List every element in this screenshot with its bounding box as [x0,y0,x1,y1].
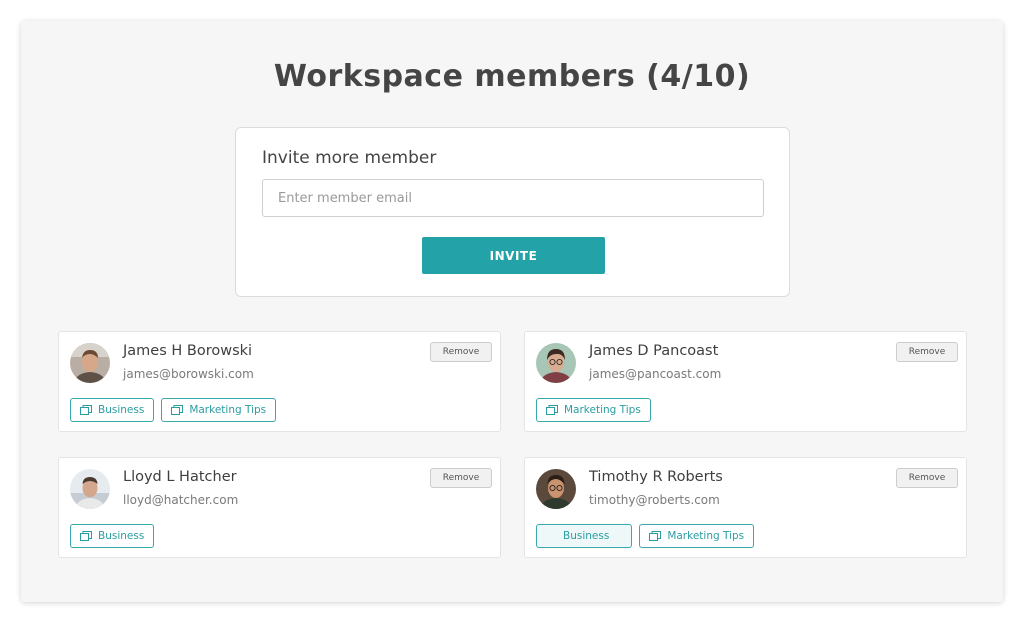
member-tags: Marketing Tips [536,398,651,422]
tag-business[interactable]: Business [70,398,155,422]
invite-button[interactable]: INVITE [422,237,605,274]
folder-icon [649,531,662,541]
tag-business[interactable]: Business [536,524,633,548]
avatar [536,469,576,509]
invite-card: Invite more member INVITE [235,127,790,297]
member-email: james@pancoast.com [589,367,722,381]
avatar [536,343,576,383]
folder-icon [80,531,92,541]
member-card: Lloyd L Hatcher lloyd@hatcher.com Remove… [58,457,501,558]
member-email-input[interactable] [262,179,764,217]
remove-member-button[interactable]: Remove [430,342,492,362]
invite-title: Invite more member [262,148,437,168]
tag-marketing-tips[interactable]: Marketing Tips [161,398,277,422]
tag-label: Marketing Tips [667,530,745,542]
tag-label: Business [98,530,145,542]
member-tags: Business Marketing Tips [536,524,755,548]
page-title: Workspace members (4/10) [273,59,751,94]
member-card: James D Pancoast james@pancoast.com Remo… [524,331,967,432]
tag-marketing-tips[interactable]: Marketing Tips [536,398,651,422]
tag-marketing-tips[interactable]: Marketing Tips [639,524,755,548]
member-name: James D Pancoast [589,343,719,359]
tag-label: Marketing Tips [189,404,267,416]
tag-label: Business [563,530,610,542]
tag-label: Business [98,404,145,416]
remove-member-button[interactable]: Remove [896,468,958,488]
folder-icon [171,405,184,415]
tag-business[interactable]: Business [70,524,155,548]
avatar [70,343,110,383]
folder-icon [546,405,558,415]
tag-label: Marketing Tips [564,404,641,416]
folder-icon [80,405,92,415]
workspace-members-panel: Workspace members (4/10) Invite more mem… [21,21,1003,602]
member-name: Lloyd L Hatcher [123,469,237,485]
member-tags: Business Marketing Tips [70,398,277,422]
member-email: lloyd@hatcher.com [123,493,239,507]
member-email: timothy@roberts.com [589,493,720,507]
member-tags: Business [70,524,155,548]
member-card: James H Borowski james@borowski.com Remo… [58,331,501,432]
remove-member-button[interactable]: Remove [430,468,492,488]
remove-member-button[interactable]: Remove [896,342,958,362]
avatar [70,469,110,509]
member-name: Timothy R Roberts [589,469,723,485]
member-email: james@borowski.com [123,367,254,381]
member-name: James H Borowski [123,343,253,359]
member-card: Timothy R Roberts timothy@roberts.com Re… [524,457,967,558]
